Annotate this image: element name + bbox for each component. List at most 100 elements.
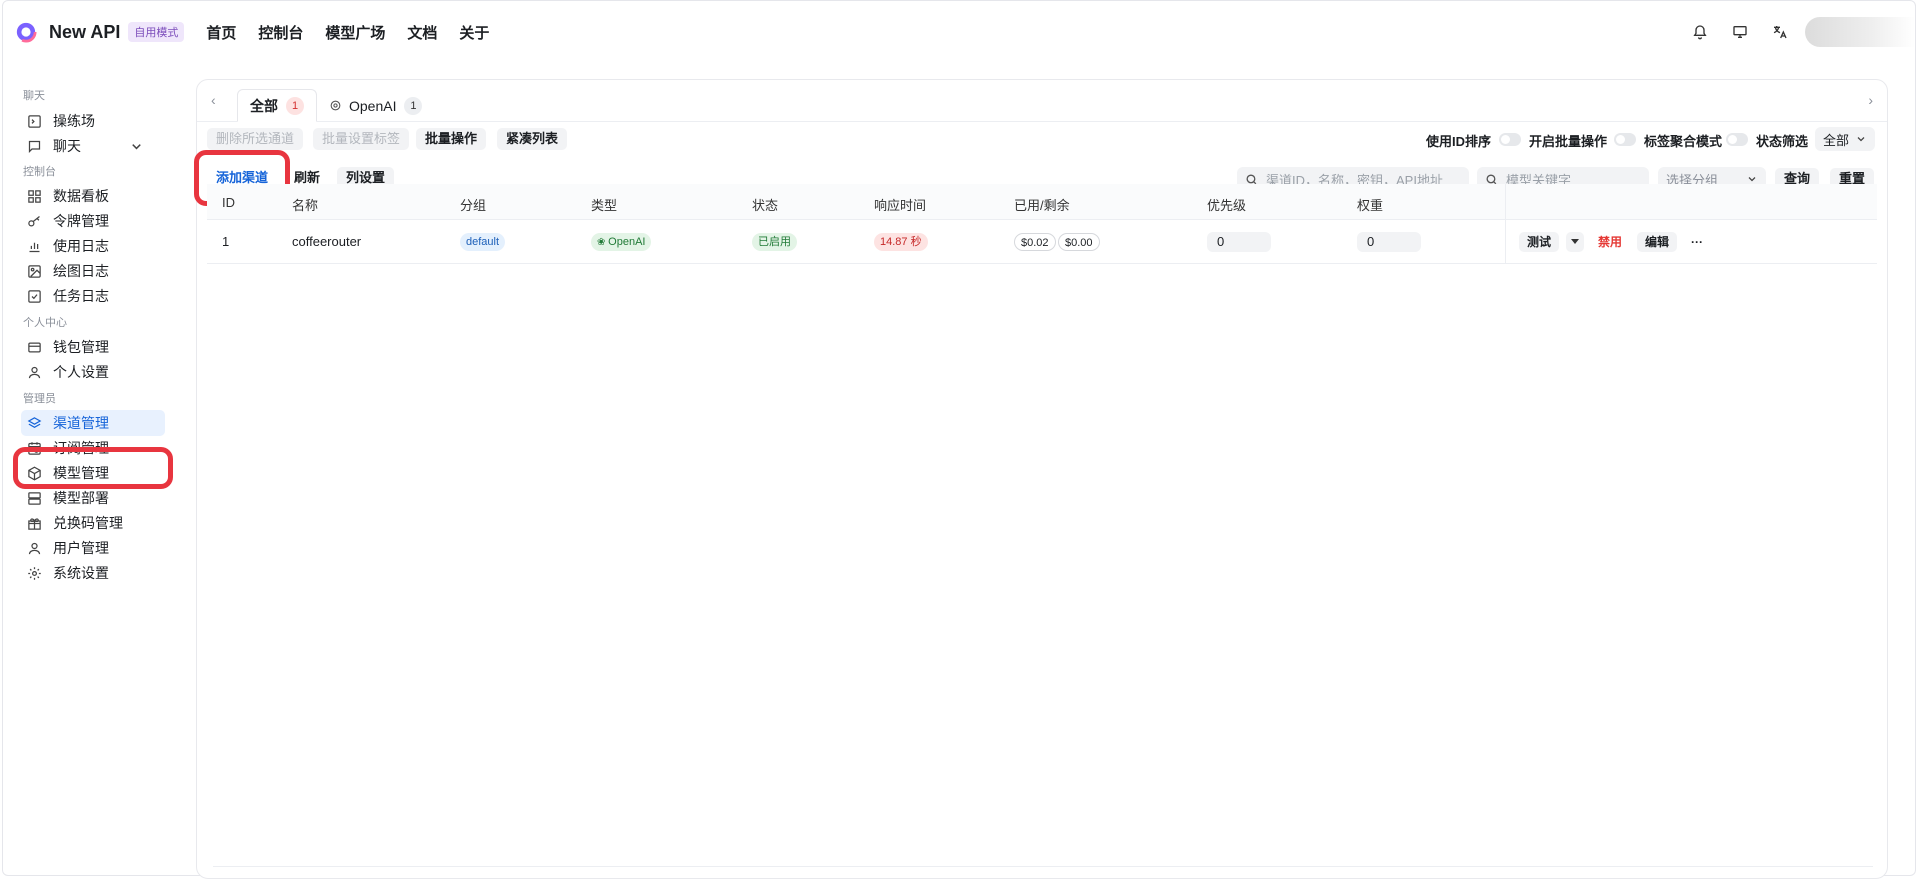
bell-icon[interactable] — [1685, 17, 1715, 47]
sidebar-group-personal: 个人中心 — [23, 317, 67, 329]
translate-icon[interactable] — [1765, 17, 1795, 47]
sidebar-item-label: 绘图日志 — [53, 263, 109, 279]
sidebar-item-tokens[interactable]: 令牌管理 — [21, 208, 165, 234]
test-button[interactable]: 测试 — [1519, 232, 1560, 252]
cube-icon — [28, 466, 41, 480]
batch-operations-button[interactable]: 批量操作 — [416, 128, 487, 150]
sidebar-item-users[interactable]: 用户管理 — [21, 535, 165, 561]
disable-button[interactable]: 禁用 — [1590, 232, 1630, 252]
server-icon — [28, 491, 41, 505]
sidebar-item-label: 系统设置 — [53, 565, 109, 581]
priority-input[interactable]: 0 — [1207, 232, 1271, 252]
gift-icon — [28, 517, 41, 530]
table-row: 1 coffeerouter default ❀ OpenAI 已启用 14.8… — [207, 220, 1877, 264]
mode-badge: 自用模式 — [128, 22, 185, 42]
test-dropdown-caret-icon[interactable] — [1566, 232, 1584, 252]
sidebar-item-label: 使用日志 — [53, 238, 109, 254]
tab-scroll-left-icon[interactable]: ‹ — [211, 92, 216, 108]
nav-model-square[interactable]: 模型广场 — [325, 22, 385, 43]
sidebar-item-models[interactable]: 模型管理 — [21, 460, 165, 486]
layers-icon — [27, 416, 42, 428]
sidebar-item-personal-settings[interactable]: 个人设置 — [21, 359, 165, 385]
sidebar-item-label: 钱包管理 — [53, 339, 109, 355]
sidebar-item-channels[interactable]: 渠道管理 — [21, 410, 165, 436]
enable-batch-label: 开启批量操作 — [1529, 134, 1608, 149]
user-avatar[interactable] — [1805, 17, 1915, 47]
compact-list-button[interactable]: 紧凑列表 — [497, 128, 568, 150]
response-time-badge[interactable]: 14.87 秒 — [874, 233, 928, 251]
calendar-clock-icon — [28, 441, 41, 455]
sort-by-id-label: 使用ID排序 — [1426, 134, 1492, 149]
app-logo-icon[interactable] — [15, 21, 37, 43]
batch-tag-button[interactable]: 批量设置标签 — [313, 128, 410, 150]
weight-input[interactable]: 0 — [1357, 232, 1421, 252]
column-divider — [1505, 220, 1506, 263]
column-header-priority: 优先级 — [1207, 198, 1247, 213]
status-filter-select[interactable]: 全部 — [1815, 127, 1875, 151]
column-header-id: ID — [222, 195, 235, 210]
user-icon — [28, 366, 41, 378]
column-header-type: 类型 — [591, 198, 618, 213]
sidebar-item-deployments[interactable]: 模型部署 — [21, 485, 165, 511]
column-header-name: 名称 — [292, 198, 319, 213]
sidebar-item-label: 令牌管理 — [53, 213, 109, 229]
sidebar-item-label: 用户管理 — [53, 540, 109, 556]
status-badge: 已启用 — [752, 233, 797, 251]
image-icon — [28, 264, 41, 278]
sidebar-item-usage-log[interactable]: 使用日志 — [21, 233, 165, 259]
header-actions — [1685, 1, 1915, 63]
used-amount-tag: $0.02 — [1014, 233, 1056, 251]
app-frame: New API 自用模式 首页 控制台 模型广场 文档 关于 聊天 操练场 聊天… — [2, 0, 1916, 879]
sidebar-item-playground[interactable]: 操练场 — [21, 108, 165, 134]
tag-aggregate-label: 标签聚合模式 — [1644, 134, 1723, 149]
wallet-icon — [28, 342, 41, 352]
group-tag: default — [460, 233, 506, 251]
sidebar-group-chat: 聊天 — [23, 90, 45, 102]
dashboard-icon — [28, 189, 41, 203]
user-icon — [28, 542, 41, 554]
type-tag-label: OpenAI — [608, 236, 646, 248]
sort-by-id-toggle[interactable] — [1499, 133, 1521, 146]
sidebar-item-label: 兑换码管理 — [53, 515, 123, 531]
sidebar: 聊天 操练场 聊天 控制台 数据看板 令牌管理 使用日志 绘图日志 任务日志 个… — [3, 63, 193, 875]
monitor-icon[interactable] — [1725, 17, 1755, 47]
sidebar-item-label: 个人设置 — [53, 364, 109, 380]
top-header: New API 自用模式 首页 控制台 模型广场 文档 关于 — [3, 1, 1915, 63]
sidebar-item-task-log[interactable]: 任务日志 — [21, 283, 165, 309]
sidebar-item-subscriptions[interactable]: 订阅管理 — [21, 435, 165, 461]
status-filter-label: 状态筛选 — [1756, 134, 1809, 149]
table-header: ID 名称 分组 类型 状态 响应时间 已用/剩余 优先级 权重 — [207, 184, 1877, 220]
nav-about[interactable]: 关于 — [459, 22, 489, 43]
enable-batch-toggle[interactable] — [1614, 133, 1636, 146]
edit-button[interactable]: 编辑 — [1637, 232, 1678, 252]
channel-management-card: ‹ 全部 1 OpenAI 1 › 删除所选通道 批量设置标签 批量操作 紧凑列… — [194, 79, 1888, 879]
remaining-amount-tag[interactable]: $0.00 — [1058, 233, 1100, 251]
tab-all[interactable]: 全部 1 — [237, 89, 317, 122]
delete-selected-button[interactable]: 删除所选通道 — [207, 128, 304, 150]
sidebar-item-chat[interactable]: 聊天 — [21, 133, 165, 159]
more-actions-icon[interactable]: ··· — [1683, 232, 1711, 252]
nav-docs[interactable]: 文档 — [407, 22, 437, 43]
openai-icon: ❀ — [597, 237, 609, 248]
bar-chart-icon — [29, 242, 40, 252]
nav-console[interactable]: 控制台 — [258, 22, 303, 43]
type-tag: ❀ OpenAI — [591, 233, 652, 251]
tag-aggregate-toggle[interactable] — [1726, 133, 1748, 146]
nav-home[interactable]: 首页 — [206, 22, 236, 43]
gear-icon — [28, 566, 41, 580]
column-divider — [1505, 184, 1506, 219]
sidebar-group-console: 控制台 — [23, 166, 56, 178]
sidebar-item-label: 订阅管理 — [53, 440, 109, 456]
sidebar-item-system-settings[interactable]: 系统设置 — [21, 560, 165, 586]
app-title[interactable]: New API — [49, 22, 120, 43]
chevron-down-icon[interactable] — [129, 139, 144, 154]
sidebar-item-redemption[interactable]: 兑换码管理 — [21, 510, 165, 536]
tab-scroll-right-icon[interactable]: › — [1868, 92, 1873, 108]
sidebar-item-dashboard[interactable]: 数据看板 — [21, 183, 165, 209]
playground-icon — [28, 114, 41, 128]
column-header-weight: 权重 — [1357, 198, 1384, 213]
sidebar-item-label: 聊天 — [53, 138, 81, 154]
sidebar-item-wallet[interactable]: 钱包管理 — [21, 334, 165, 360]
sidebar-item-drawing-log[interactable]: 绘图日志 — [21, 258, 165, 284]
tab-openai[interactable]: OpenAI 1 — [317, 89, 434, 122]
